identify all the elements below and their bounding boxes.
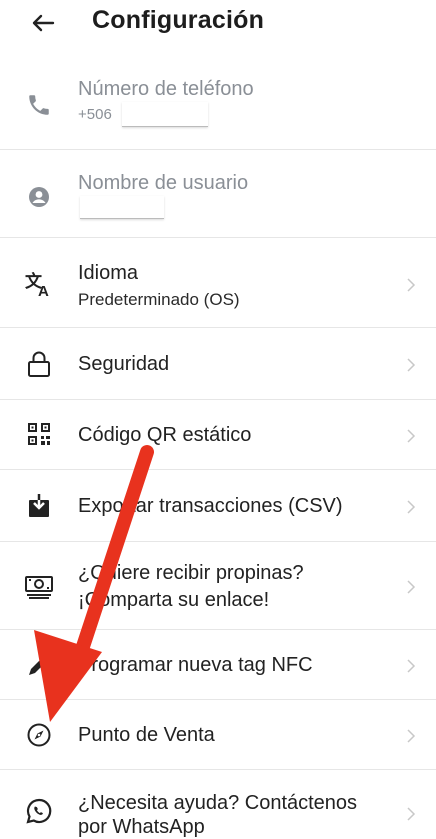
settings-row-phone[interactable]: Número de teléfono +506 [0,62,436,150]
whatsapp-icon [24,796,54,826]
lock-icon [24,349,54,379]
chevron-right-icon [407,500,416,514]
chevron-right-icon [407,807,416,821]
settings-row-help[interactable]: ¿Necesita ayuda? Contáctenos por WhatsAp… [0,770,436,838]
money-icon [24,572,54,602]
settings-row-language[interactable]: 文 A Idioma Predeterminado (OS) [0,238,436,328]
chevron-right-icon [407,729,416,743]
qr-label: Código QR estático [78,424,252,446]
settings-row-pos[interactable]: Punto de Venta [0,700,436,770]
phone-value: +506 [78,106,112,123]
translate-icon: 文 A [24,269,54,299]
svg-text:A: A [38,283,49,298]
qr-code-icon [24,419,54,449]
username-label: Nombre de usuario [78,172,249,194]
chevron-right-icon [407,429,416,443]
download-icon [24,491,54,521]
tips-label-2: ¡Comparta su enlace! [78,589,270,611]
compass-icon [24,720,54,750]
chevron-right-icon [407,278,416,292]
phone-icon [24,90,54,120]
chevron-right-icon [407,580,416,594]
pos-label: Punto de Venta [78,724,215,746]
settings-row-export[interactable]: Exportar transacciones (CSV) [0,470,436,542]
chevron-right-icon [407,358,416,372]
user-icon [24,182,54,212]
arrow-left-icon[interactable] [28,8,58,38]
pen-icon [24,650,54,680]
redaction-box [122,102,208,127]
language-value: Predeterminado (OS) [78,290,240,309]
tips-label: ¿Quiere recibir propinas? [78,562,304,584]
language-label: Idioma [78,262,139,284]
phone-label: Número de teléfono [78,78,254,100]
export-label: Exportar transacciones (CSV) [78,495,343,517]
help-label: ¿Necesita ayuda? Contáctenos [78,792,358,814]
nfc-label: Programar nueva tag NFC [78,654,313,676]
app-header: Configuración [0,0,436,50]
page-title: Configuración [92,6,265,34]
security-label: Seguridad [78,353,170,375]
redaction-box [80,196,164,219]
settings-row-nfc[interactable]: Programar nueva tag NFC [0,630,436,700]
chevron-right-icon [407,659,416,673]
settings-row-security[interactable]: Seguridad [0,328,436,400]
settings-row-username[interactable]: Nombre de usuario [0,150,436,238]
settings-row-qr[interactable]: Código QR estático [0,400,436,470]
settings-row-tips[interactable]: ¿Quiere recibir propinas? ¡Comparta su e… [0,542,436,630]
help-label-2: por WhatsApp [78,816,205,838]
